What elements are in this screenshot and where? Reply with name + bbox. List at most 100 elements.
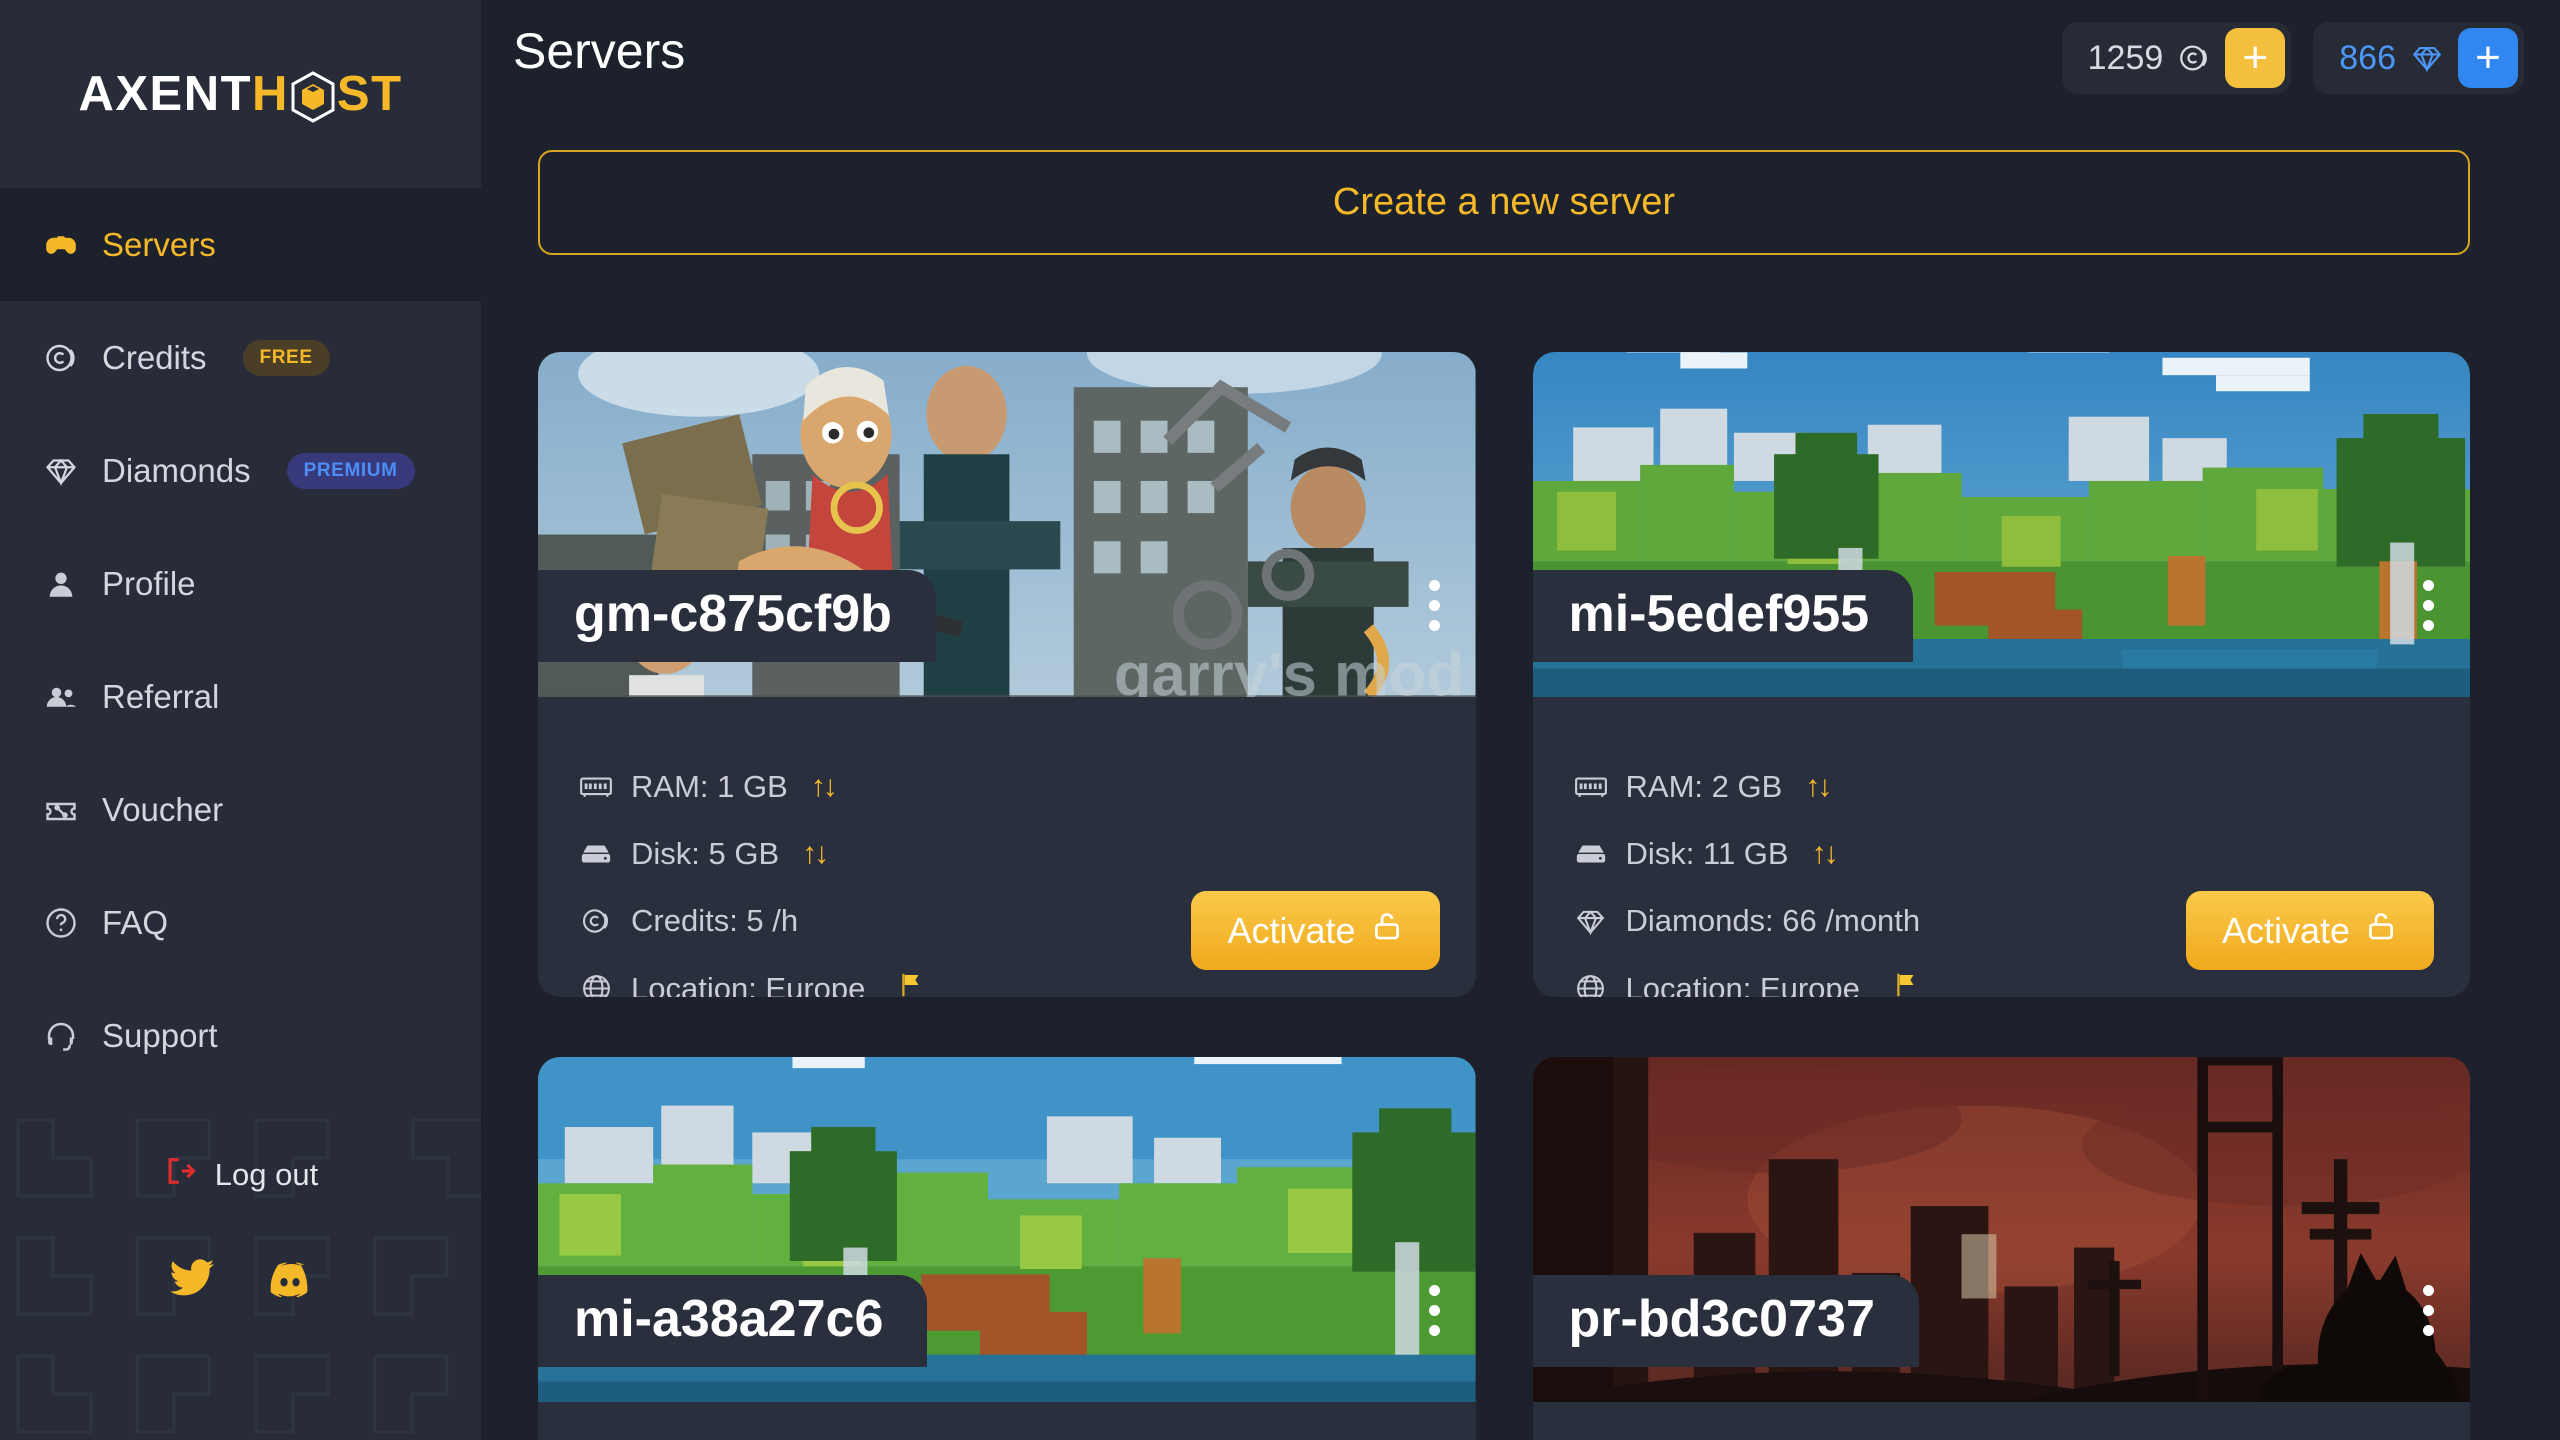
diamonds-value: 866	[2339, 38, 2396, 77]
ram-icon	[578, 770, 614, 804]
spec-label: RAM: 2 GB	[1625, 769, 1783, 804]
server-menu-button[interactable]	[2423, 580, 2434, 631]
credits-value: 1259	[2087, 38, 2164, 77]
server-specs: RAM: 3 GB ↑↓	[1533, 1402, 2471, 1440]
server-menu-button[interactable]	[1428, 1285, 1440, 1336]
logo[interactable]: AXENT H ST	[0, 0, 481, 188]
resize-arrows-icon[interactable]: ↑↓	[1805, 770, 1832, 804]
activate-label: Activate	[1227, 909, 1356, 951]
activate-label: Activate	[2221, 909, 2350, 951]
sidebar-item-label: Profile	[102, 564, 196, 602]
spec-row-disk: Disk: 11 GB ↑↓	[1573, 836, 2471, 872]
server-name: gm-c875cf9b	[574, 585, 892, 643]
sidebar-item-credits[interactable]: Credits FREE	[0, 301, 481, 414]
logo-text-white: AXENT	[78, 67, 253, 121]
logo-text-yellow-pre: H	[252, 67, 289, 121]
server-name: mi-5edef955	[1568, 585, 1870, 643]
sidebar-item-faq[interactable]: FAQ	[0, 866, 481, 979]
sidebar-item-profile[interactable]: Profile	[0, 527, 481, 640]
resize-arrows-icon[interactable]: ↑↓	[1812, 837, 1839, 871]
main-content: Servers 1259 + 866 + Create a new server…	[481, 0, 2560, 1440]
server-card[interactable]: pr-bd3c0737 RAM: 3	[1532, 1057, 2471, 1440]
server-title-plate: mi-5edef955	[1532, 570, 1914, 662]
spec-label: Disk: 11 GB	[1625, 836, 1789, 871]
server-card[interactable]: mi-a38a27c6 RAM: 2	[538, 1057, 1476, 1440]
diamond-icon	[1573, 904, 1609, 938]
resize-arrows-icon[interactable]: ↑↓	[802, 837, 829, 871]
person-icon	[42, 565, 80, 603]
logout-button[interactable]: Log out	[0, 1154, 481, 1196]
credits-widget: 1259 +	[2061, 22, 2292, 94]
spec-row-location: Location: Europe	[578, 970, 1476, 997]
server-card[interactable]: garry's mod gm-c875cf9b RAM: 1 GB ↑↓ Dis…	[538, 352, 1476, 997]
disk-icon	[578, 837, 614, 871]
diamond-icon	[2410, 41, 2444, 75]
server-name: mi-a38a27c6	[574, 1290, 884, 1348]
spec-row-disk: Disk: 5 GB ↑↓	[578, 836, 1476, 872]
disk-icon	[1573, 837, 1609, 871]
spec-row-ram: RAM: 2 GB ↑↓	[1573, 769, 2471, 805]
server-title-plate: pr-bd3c0737	[1532, 1275, 1919, 1367]
badge-premium: PREMIUM	[286, 452, 415, 489]
spec-row-ram: RAM: 1 GB ↑↓	[578, 769, 1476, 805]
globe-icon	[578, 972, 614, 997]
question-circle-icon	[42, 904, 80, 942]
sidebar-item-label: FAQ	[102, 903, 169, 941]
credit-coin-icon	[2177, 41, 2211, 75]
diamonds-widget: 866 +	[2313, 22, 2524, 94]
spec-label: Disk: 5 GB	[631, 836, 780, 871]
credit-coin-icon	[42, 339, 80, 377]
spec-label: Diamonds: 66 /month	[1625, 903, 1921, 938]
activate-button[interactable]: Activate	[2185, 891, 2434, 970]
spec-label: Credits: 5 /h	[631, 903, 799, 938]
sidebar: AXENT H ST Servers Credits FREE Diamonds…	[0, 0, 481, 1440]
create-server-button[interactable]: Create a new server	[538, 150, 2470, 255]
people-icon	[42, 678, 80, 716]
add-credits-button[interactable]: +	[2225, 28, 2286, 88]
gamepad-icon	[42, 226, 80, 264]
server-card-grid: garry's mod gm-c875cf9b RAM: 1 GB ↑↓ Dis…	[538, 352, 2470, 1440]
resize-arrows-icon[interactable]: ↑↓	[811, 770, 838, 804]
ticket-percent-icon	[42, 791, 80, 829]
server-title-plate: gm-c875cf9b	[538, 570, 936, 662]
sidebar-item-label: Servers	[102, 225, 216, 263]
sidebar-item-support[interactable]: Support	[0, 979, 481, 1092]
sidebar-item-referral[interactable]: Referral	[0, 640, 481, 753]
spec-row-location: Location: Europe	[1573, 970, 2471, 997]
logout-label: Log out	[214, 1157, 319, 1192]
sidebar-item-label: Diamonds	[102, 451, 251, 489]
sidebar-nav: Servers Credits FREE Diamonds PREMIUM Pr…	[0, 188, 481, 1092]
server-menu-button[interactable]	[1428, 580, 1440, 631]
activate-button[interactable]: Activate	[1191, 891, 1440, 970]
unlock-icon	[1370, 909, 1404, 952]
flag-icon	[1891, 970, 1921, 997]
ram-icon	[1573, 770, 1609, 804]
add-diamonds-button[interactable]: +	[2458, 28, 2518, 88]
unlock-icon	[2364, 909, 2398, 952]
servers-section: Create a new server garry's mod gm-c875c…	[481, 150, 2560, 1440]
discord-icon[interactable]	[266, 1254, 314, 1307]
globe-icon	[1573, 972, 1609, 997]
spec-label: Location: Europe	[631, 970, 866, 998]
hex-box-icon	[290, 71, 336, 123]
server-title-plate: mi-a38a27c6	[538, 1275, 928, 1367]
sidebar-item-servers[interactable]: Servers	[0, 188, 481, 301]
sidebar-item-voucher[interactable]: Voucher	[0, 753, 481, 866]
headset-icon	[42, 1017, 80, 1055]
social-links	[0, 1254, 481, 1307]
spec-label: Location: Europe	[1625, 970, 1860, 998]
sidebar-item-label: Voucher	[102, 790, 224, 828]
twitter-icon[interactable]	[168, 1254, 216, 1307]
flag-icon	[896, 970, 926, 997]
diamond-icon	[42, 452, 80, 490]
logo-text-yellow-post: ST	[336, 67, 403, 121]
svg-text:garry's mod: garry's mod	[1114, 640, 1464, 697]
server-menu-button[interactable]	[2423, 1285, 2434, 1336]
topbar: 1259 + 866 +	[2061, 22, 2524, 94]
sidebar-item-diamonds[interactable]: Diamonds PREMIUM	[0, 414, 481, 527]
server-card[interactable]: mi-5edef955 RAM: 2 GB ↑↓ Disk: 11 GB ↑↓ …	[1532, 352, 2471, 997]
badge-free: FREE	[242, 339, 330, 376]
sidebar-item-label: Referral	[102, 677, 220, 715]
spec-label: RAM: 1 GB	[631, 769, 788, 804]
server-specs: RAM: 2 GB ↑↓	[538, 1402, 1476, 1440]
